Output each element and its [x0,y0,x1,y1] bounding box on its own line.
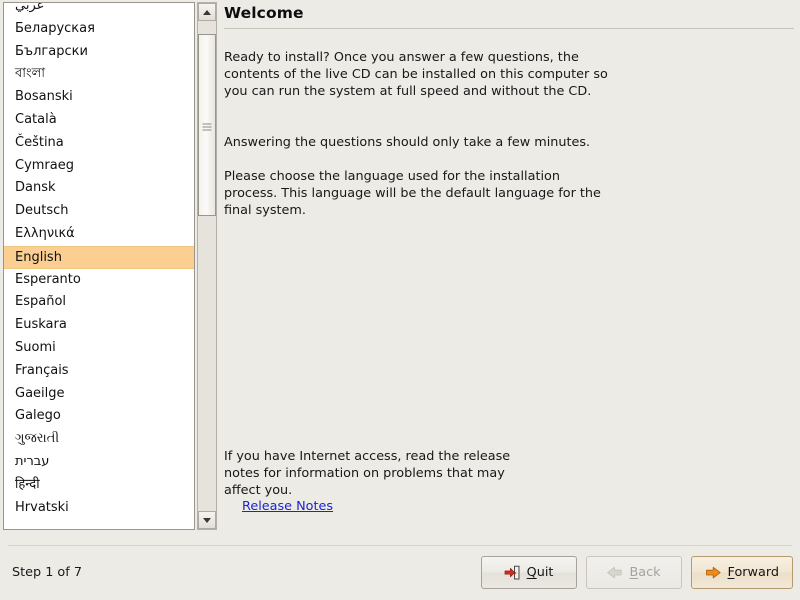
chevron-up-icon [203,9,211,15]
language-list-item[interactable]: עברית [4,451,194,474]
arrow-right-icon [705,566,721,579]
duration-paragraph: Answering the questions should only take… [224,134,591,150]
quit-button[interactable]: Quit [480,556,577,589]
language-list-item[interactable]: Ελληνικά [4,223,194,246]
scrollbar-grip-icon [202,122,212,131]
language-list-item[interactable]: Беларуская [4,18,194,41]
main-content: Welcome Ready to install? Once you answe… [224,0,794,538]
language-list-item[interactable]: Español [4,291,194,314]
release-notes-link-wrap: Release Notes [242,498,333,514]
footer-button-row: Quit Back Forward [480,556,793,589]
language-list-item[interactable]: Esperanto [4,269,194,292]
scrollbar-thumb[interactable] [198,34,216,216]
language-list-item[interactable]: Galego [4,405,194,428]
language-list-item[interactable]: বাংলা [4,63,194,86]
language-list-item[interactable]: Français [4,360,194,383]
language-list-item[interactable]: Euskara [4,314,194,337]
back-button: Back [585,556,682,589]
back-button-label: Back [629,565,661,580]
forward-button[interactable]: Forward [690,556,793,589]
language-list-item[interactable]: Deutsch [4,200,194,223]
language-instructions-paragraph: Please choose the language used for the … [224,168,601,218]
quit-button-label: Quit [526,565,554,580]
language-list-item[interactable]: Cymraeg [4,155,194,178]
language-list-scrollbar[interactable] [197,2,217,530]
language-list-item[interactable]: Čeština [4,132,194,155]
language-list-item[interactable]: Suomi [4,337,194,360]
chevron-down-icon [203,517,211,523]
language-list-item[interactable]: Dansk [4,177,194,200]
language-list-item[interactable]: Català [4,109,194,132]
language-list-item[interactable]: ગુજરાતી [4,428,194,451]
language-list-item[interactable]: Hrvatski [4,497,194,520]
intro-paragraph: Ready to install? Once you answer a few … [224,49,608,99]
language-list[interactable]: عربي Беларуская Български বাংলা Bosanski Cata… [4,3,194,520]
footer-divider [8,545,792,546]
scrollbar-up-button[interactable] [198,3,216,21]
language-list-item[interactable]: عربي [4,3,194,18]
exit-door-icon [504,565,520,580]
language-list-item[interactable]: Bosanski [4,86,194,109]
release-notes-link[interactable]: Release Notes [242,499,333,514]
forward-button-label: Forward [727,565,779,580]
language-list-item[interactable]: Gaeilge [4,383,194,406]
scrollbar-down-button[interactable] [198,511,216,529]
language-list-item[interactable]: English [4,245,194,269]
arrow-left-icon [607,566,623,579]
title-divider [224,28,794,29]
language-list-item[interactable]: हिन्दी [4,474,194,497]
language-list-item[interactable]: Български [4,41,194,64]
page-title: Welcome [224,4,304,22]
step-indicator: Step 1 of 7 [12,565,82,580]
release-notes-paragraph: If you have Internet access, read the re… [224,448,511,498]
language-list-panel[interactable]: عربي Беларуская Български বাংলা Bosanski Cata… [3,2,195,530]
